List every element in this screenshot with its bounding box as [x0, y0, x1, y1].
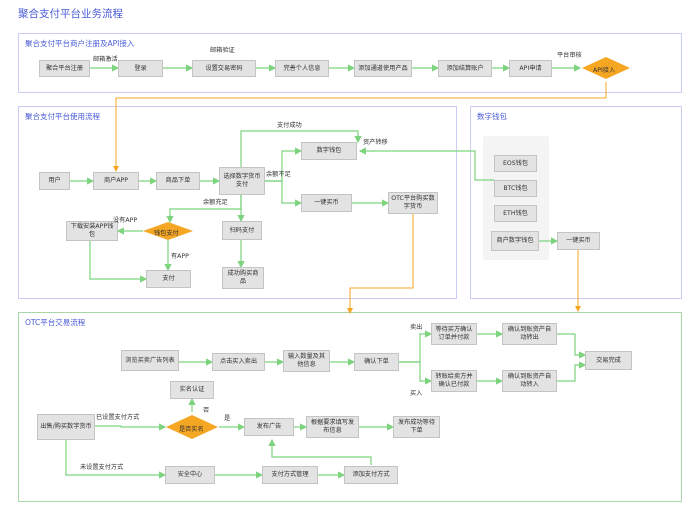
node-add-settle: 添加结算账户 — [438, 60, 492, 77]
node-one-click-buy: 一键买币 — [301, 194, 352, 212]
label-insufficient: 余额不足 — [266, 171, 291, 178]
node-scan-pay: 扫码支付 — [222, 221, 262, 240]
node-publish-ok: 发布成功等待下单 — [393, 416, 440, 438]
node-otc-buy: OTC平台购买数字货币 — [388, 192, 438, 214]
node-click-trade: 点击买入卖出 — [212, 353, 265, 371]
node-download-app: 下载安装APP钱包 — [66, 221, 118, 241]
node-sell-buy: 出售/购买数字货币 — [37, 414, 95, 440]
node-fill-info: 根据要求填写发布信息 — [306, 416, 359, 438]
label-pay-success: 支付成功 — [277, 122, 302, 129]
node-pay: 支付 — [146, 270, 191, 288]
label-no: 否 — [203, 407, 210, 414]
label-no-app: 没有APP — [113, 217, 138, 224]
node-confirm-asset-in: 确认到账资产自动转入 — [502, 370, 557, 392]
node-api-access: API接入 — [593, 67, 616, 74]
node-is-realname: 是否实名 — [179, 426, 204, 433]
node-eos: EOS钱包 — [494, 155, 537, 172]
node-api-apply: API申请 — [509, 60, 552, 77]
node-merchant-wallet: 商户数字钱包 — [491, 231, 539, 251]
node-order: 商品下单 — [156, 172, 200, 190]
label-pay-unset: 未设置支付方式 — [80, 464, 124, 471]
node-add-pay-method: 添加支付方式 — [344, 466, 398, 484]
node-pay-method-mgmt: 支付方式管理 — [262, 466, 318, 484]
node-merchant-app: 商户APP — [93, 172, 139, 190]
node-transfer-confirm: 转账给卖方并确认已付款 — [431, 370, 477, 392]
node-complete-info: 完善个人信息 — [275, 60, 329, 77]
node-security: 安全中心 — [165, 466, 215, 484]
node-set-trade-pwd: 设置交易密码 — [192, 60, 256, 77]
node-add-channel: 添加通道使用产品 — [354, 60, 412, 77]
label-has-app: 有APP — [171, 253, 189, 260]
label-sufficient: 余额充足 — [203, 199, 228, 206]
node-choose-pay: 选择数字货币支付 — [219, 167, 265, 195]
node-user: 用户 — [39, 172, 70, 190]
node-wait-buyer: 等待买方确认订单并付款 — [431, 323, 477, 345]
node-publish-ad: 发布广告 — [244, 418, 294, 436]
node-input-qty: 输入数量及其他信息 — [283, 350, 330, 372]
label-sell: 卖出 — [410, 324, 423, 331]
node-wallet-buy: 一键买币 — [557, 232, 600, 250]
node-wallet-pay: 钱包支付 — [154, 230, 179, 237]
node-btc: BTC钱包 — [494, 180, 537, 197]
node-trade-done: 交易完成 — [585, 351, 632, 370]
node-login: 登录 — [118, 60, 163, 77]
node-digital-wallet: 数字钱包 — [301, 142, 357, 160]
label-buy: 买入 — [410, 390, 423, 397]
label-pay-set: 已设置支付方式 — [96, 414, 140, 421]
node-reg-platform: 聚合平台注册 — [39, 60, 90, 77]
node-eth: ETH钱包 — [494, 205, 537, 222]
label-platform-review: 平台审核 — [557, 52, 582, 59]
label-email-activate: 邮箱激活 — [93, 56, 118, 63]
label-yes: 是 — [224, 415, 231, 422]
label-asset-transfer: 资产转移 — [363, 139, 388, 146]
node-confirm-order: 确认下单 — [354, 353, 399, 371]
node-buy-success: 成功购买商品 — [222, 267, 264, 289]
label-email-verify: 邮箱验证 — [210, 47, 235, 54]
node-realname: 实名认证 — [170, 381, 214, 399]
node-browse-ads: 浏览买卖广告列表 — [121, 350, 179, 371]
node-confirm-asset-out: 确认到账资产自动转出 — [502, 323, 557, 345]
